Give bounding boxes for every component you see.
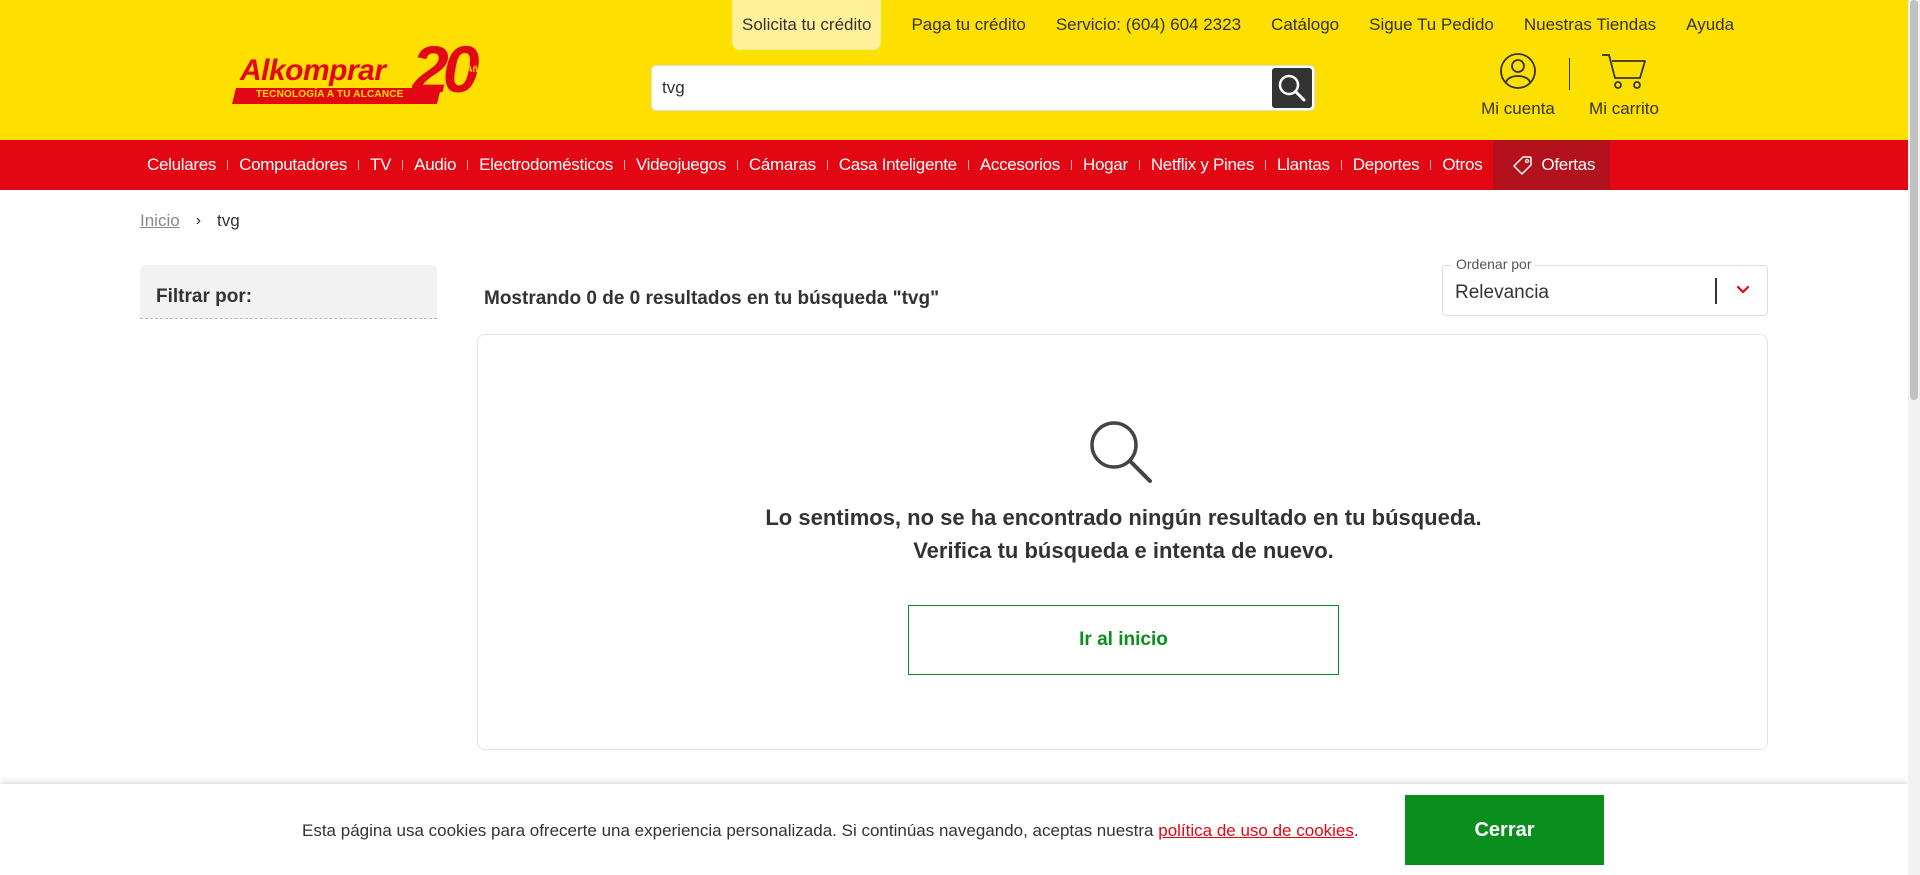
empty-state-line2: Verifica tu búsqueda e intenta de nuevo.: [913, 538, 1334, 563]
tag-icon: [1513, 156, 1533, 175]
cart-label: Mi carrito: [1589, 99, 1659, 118]
sort-select[interactable]: Ordenar por Relevancia: [1442, 256, 1768, 316]
chevron-right-icon: ›: [195, 212, 202, 229]
filter-panel: Filtrar por:: [140, 265, 437, 319]
category-audio[interactable]: Audio: [403, 140, 467, 190]
top-link-tiendas[interactable]: Nuestras Tiendas: [1509, 0, 1671, 50]
empty-state-line1: Lo sentimos, no se ha encontrado ningún …: [765, 505, 1482, 530]
cart-icon: [1602, 54, 1646, 89]
top-link-sigue-pedido[interactable]: Sigue Tu Pedido: [1354, 0, 1509, 50]
filter-title: Filtrar por:: [156, 286, 253, 307]
sort-divider: [1715, 278, 1717, 304]
search-input[interactable]: [662, 72, 1252, 104]
category-netflix-pines[interactable]: Netflix y Pines: [1140, 140, 1265, 190]
category-tv[interactable]: TV: [359, 140, 402, 190]
category-llantas[interactable]: Llantas: [1266, 140, 1341, 190]
cookie-policy-link[interactable]: política de uso de cookies: [1158, 821, 1354, 840]
logo-tagline: TECNOLOGÍA A TU ALCANCE: [256, 89, 404, 100]
category-videojuegos[interactable]: Videojuegos: [625, 140, 737, 190]
search-bar: [651, 65, 1315, 111]
top-links: Solicita tu crédito Paga tu crédito Serv…: [732, 0, 1749, 50]
site-logo[interactable]: Alkomprar TECNOLOGÍA A TU ALCANCE 20 Año…: [232, 32, 500, 106]
search-button[interactable]: [1272, 68, 1312, 108]
offers-label: Ofertas: [1541, 155, 1596, 174]
top-link-servicio[interactable]: Servicio: (604) 604 2323: [1041, 0, 1256, 50]
cart-link[interactable]: Mi carrito: [1578, 52, 1670, 119]
chevron-down-icon: [1736, 285, 1750, 294]
cookie-suffix: .: [1353, 821, 1359, 840]
results-count: Mostrando 0 de 0 resultados en tu búsque…: [484, 288, 940, 309]
account-label: Mi cuenta: [1481, 99, 1555, 118]
magnifier-icon: [1090, 421, 1152, 483]
cookie-message: Esta página usa cookies para ofrecerte u…: [302, 821, 1154, 840]
site-header: Alkomprar TECNOLOGÍA A TU ALCANCE 20 Año…: [0, 0, 1908, 140]
category-deportes[interactable]: Deportes: [1342, 140, 1431, 190]
top-link-paga-credito[interactable]: Paga tu crédito: [896, 0, 1040, 50]
cookie-banner: Esta página usa cookies para ofrecerte u…: [0, 784, 1908, 875]
user-icon: [1500, 53, 1536, 89]
category-accesorios[interactable]: Accesorios: [969, 140, 1071, 190]
top-link-catalogo[interactable]: Catálogo: [1256, 0, 1354, 50]
breadcrumb: Inicio › tvg: [140, 211, 240, 231]
category-casa-inteligente[interactable]: Casa Inteligente: [828, 140, 968, 190]
category-nav: Celulares Computadores TV Audio Electrod…: [0, 140, 1908, 190]
category-computadores[interactable]: Computadores: [228, 140, 358, 190]
logo-anniversary: 20: [412, 32, 479, 106]
cookie-text: Esta página usa cookies para ofrecerte u…: [302, 821, 1359, 841]
empty-state-card: Lo sentimos, no se ha encontrado ningún …: [477, 334, 1768, 750]
category-otros[interactable]: Otros: [1431, 140, 1493, 190]
top-link-ayuda[interactable]: Ayuda: [1671, 0, 1749, 50]
sort-value: Relevancia: [1455, 282, 1549, 303]
account-link[interactable]: Mi cuenta: [1470, 52, 1566, 119]
logo-anniversary-label: Años: [466, 64, 489, 74]
logo-brand: Alkomprar: [240, 54, 386, 87]
category-ofertas[interactable]: Ofertas: [1493, 140, 1611, 190]
category-celulares[interactable]: Celulares: [136, 140, 227, 190]
category-electrodomesticos[interactable]: Electrodomésticos: [468, 140, 624, 190]
empty-state-message: Lo sentimos, no se ha encontrado ningún …: [478, 501, 1769, 567]
scrollbar-thumb[interactable]: [1910, 0, 1918, 400]
go-home-button[interactable]: Ir al inicio: [908, 605, 1339, 675]
page-scrollbar[interactable]: [1908, 0, 1920, 875]
breadcrumb-home[interactable]: Inicio: [140, 211, 180, 231]
sort-label: Ordenar por: [1452, 256, 1536, 272]
search-icon: [1278, 74, 1306, 102]
cookie-close-button[interactable]: Cerrar: [1405, 795, 1604, 865]
breadcrumb-current: tvg: [217, 211, 240, 230]
top-link-solicita-credito[interactable]: Solicita tu crédito: [732, 0, 882, 50]
header-divider: [1569, 58, 1570, 90]
category-hogar[interactable]: Hogar: [1072, 140, 1139, 190]
category-camaras[interactable]: Cámaras: [738, 140, 827, 190]
